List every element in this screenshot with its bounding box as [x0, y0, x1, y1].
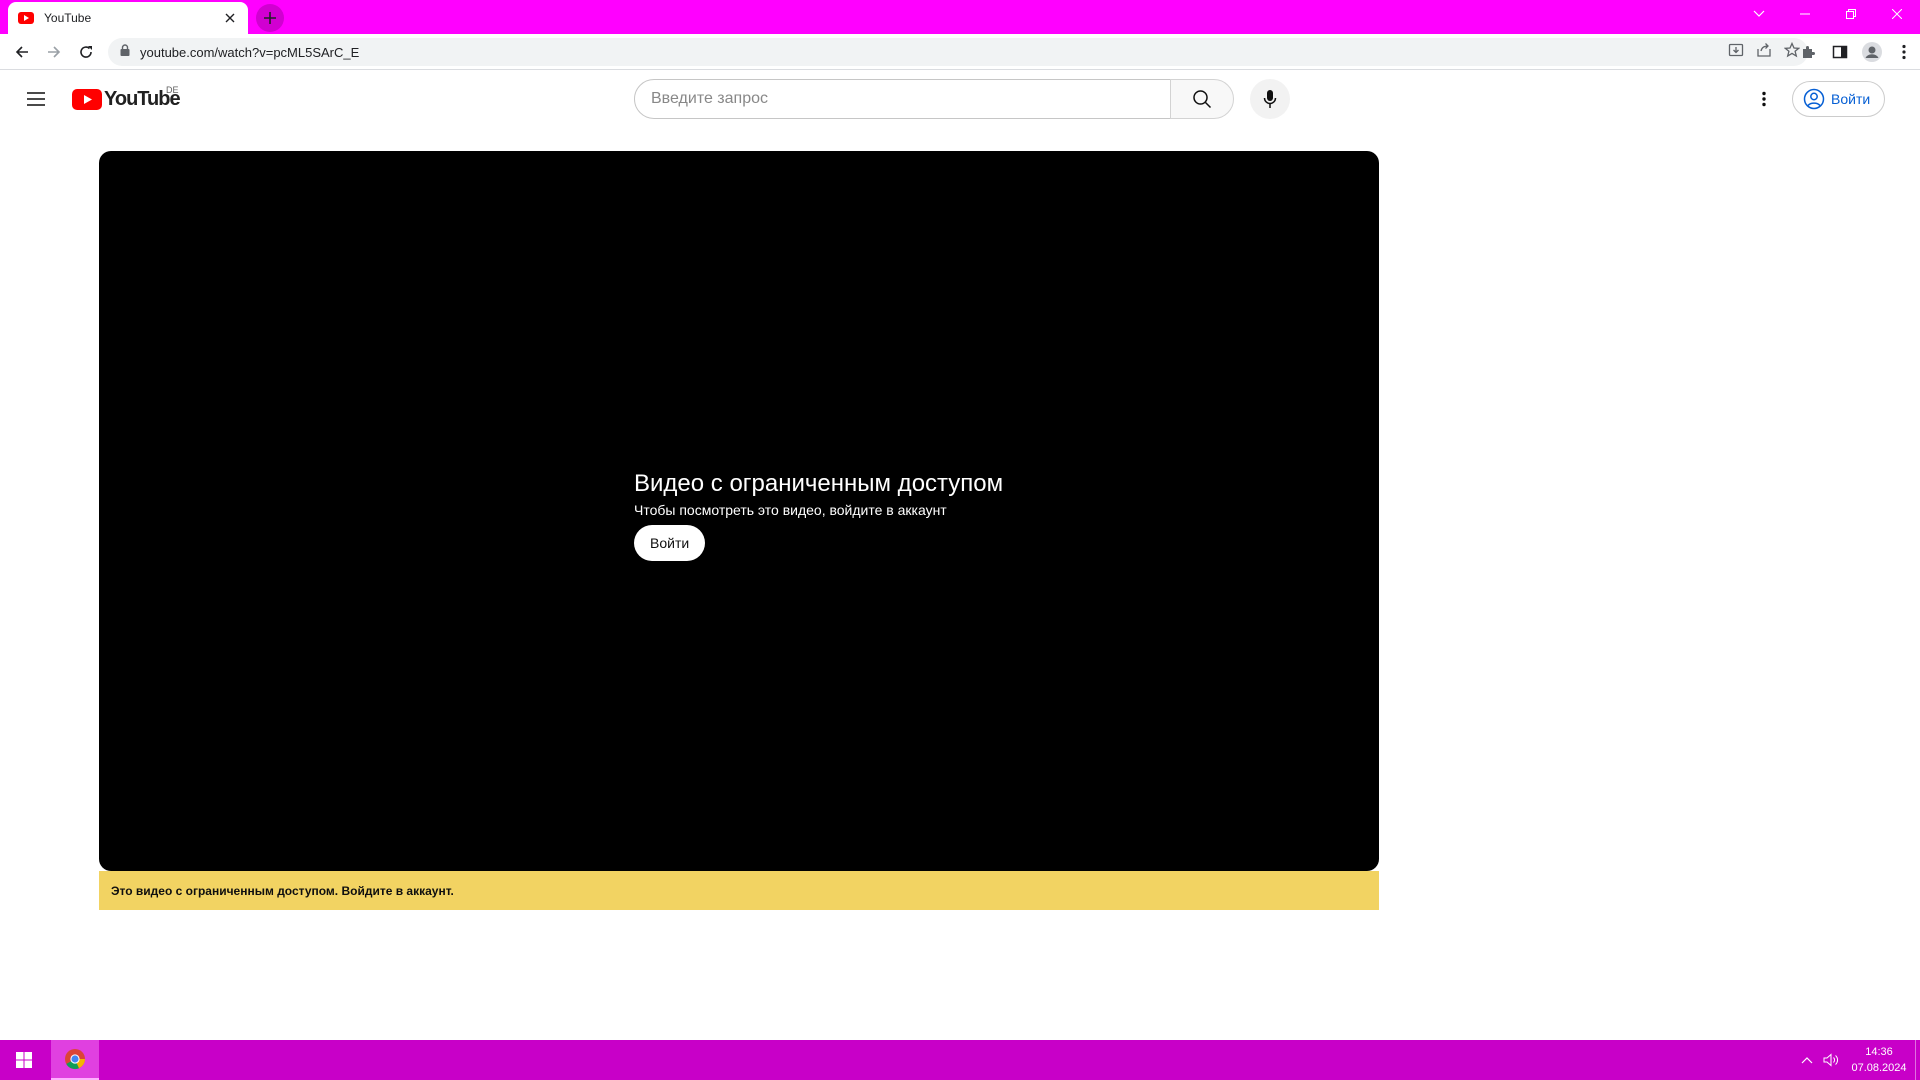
tab-title: YouTube [44, 11, 92, 25]
search-input[interactable] [651, 90, 1170, 108]
address-bar[interactable]: youtube.com/watch?v=pcML5SArC_E [108, 38, 1808, 66]
profile-avatar-icon[interactable] [1856, 38, 1888, 66]
window-controls [1736, 0, 1920, 28]
youtube-logo[interactable]: YouTube [72, 88, 181, 110]
reload-button[interactable] [72, 38, 100, 66]
settings-more-button[interactable] [1744, 79, 1784, 119]
account-circle-icon [1803, 88, 1825, 110]
close-window-button[interactable] [1874, 0, 1920, 28]
voice-search-button[interactable] [1250, 79, 1290, 119]
show-desktop-button[interactable] [1915, 1040, 1920, 1080]
error-title: Видео с ограниченным доступом [634, 470, 1004, 497]
hamburger-icon [27, 92, 45, 106]
chrome-icon [65, 1049, 86, 1070]
guide-menu-button[interactable] [16, 79, 56, 119]
browser-menu-icon[interactable] [1888, 38, 1920, 66]
system-tray: 14:36 07.08.2024 [1795, 1040, 1920, 1080]
side-panel-icon[interactable] [1824, 38, 1856, 66]
windows-logo-icon [16, 1052, 32, 1068]
lock-icon[interactable] [120, 43, 130, 61]
kebab-menu-icon [1762, 91, 1766, 107]
microphone-icon [1263, 90, 1277, 108]
notice-text: Это видео с ограниченным доступом. Войди… [111, 883, 454, 898]
minimize-button[interactable] [1782, 0, 1828, 28]
show-hidden-icons-chevron-icon[interactable] [1795, 1040, 1819, 1080]
search-button[interactable] [1170, 79, 1234, 119]
restricted-video-message: Видео с ограниченным доступом Чтобы посм… [634, 469, 1003, 561]
new-tab-button[interactable] [256, 4, 284, 32]
restricted-notice-banner: Это видео с ограниченным доступом. Войди… [99, 871, 1379, 910]
url-text[interactable]: youtube.com/watch?v=pcML5SArC_E [140, 45, 359, 60]
close-tab-icon[interactable] [222, 10, 238, 26]
start-button[interactable] [0, 1040, 48, 1080]
restore-button[interactable] [1828, 0, 1874, 28]
clock-date: 07.08.2024 [1851, 1062, 1907, 1074]
omnibox-actions [1728, 38, 1801, 66]
back-button[interactable] [8, 38, 36, 66]
volume-icon[interactable] [1819, 1040, 1843, 1080]
taskbar-chrome-button[interactable] [51, 1040, 99, 1080]
windows-taskbar: 14:36 07.08.2024 [0, 1040, 1920, 1080]
youtube-masthead: YouTube DE Войти [0, 71, 1920, 127]
country-code: DE [166, 85, 179, 95]
search-box[interactable] [634, 79, 1171, 119]
taskbar-clock[interactable]: 14:36 07.08.2024 [1843, 1044, 1915, 1076]
extensions-puzzle-icon[interactable] [1792, 38, 1824, 66]
browser-toolbar: youtube.com/watch?v=pcML5SArC_E [0, 34, 1920, 70]
player-signin-button[interactable]: Войти [634, 525, 706, 561]
search-icon [1193, 90, 1212, 109]
share-icon[interactable] [1756, 42, 1772, 63]
install-app-icon[interactable] [1728, 42, 1744, 63]
forward-button[interactable] [40, 38, 68, 66]
masthead-signin-label: Войти [1831, 91, 1871, 107]
masthead-signin-button[interactable]: Войти [1792, 81, 1886, 117]
toolbar-actions [1792, 38, 1920, 66]
tab-search-chevron-icon[interactable] [1736, 0, 1782, 28]
youtube-play-icon [72, 88, 102, 110]
clock-time: 14:36 [1865, 1046, 1893, 1058]
error-subtitle: Чтобы посмотреть это видео, войдите в ак… [634, 502, 947, 518]
browser-tab-bar: YouTube [0, 0, 1920, 34]
browser-tab[interactable]: YouTube [8, 2, 248, 34]
video-player[interactable]: Видео с ограниченным доступом Чтобы посм… [99, 151, 1379, 871]
youtube-favicon-icon [18, 10, 34, 26]
